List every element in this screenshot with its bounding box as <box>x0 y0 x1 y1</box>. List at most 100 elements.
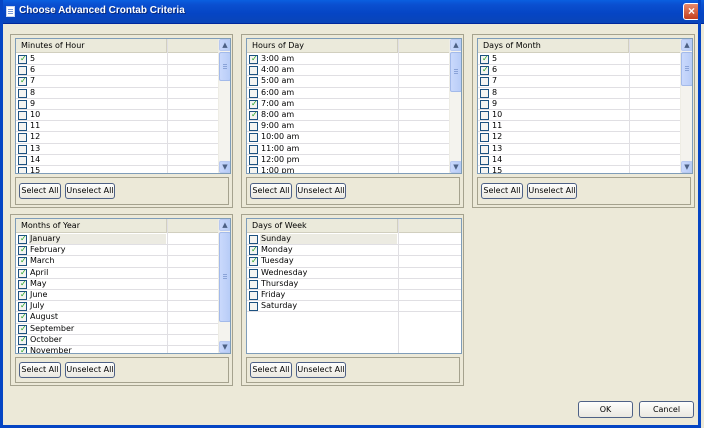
list-item[interactable]: ✓ May <box>16 279 219 290</box>
checkbox-checked[interactable]: ✓ <box>480 54 489 64</box>
list-item[interactable]: 10 <box>478 110 681 122</box>
checkbox[interactable] <box>18 133 27 143</box>
minutes-select-all-button[interactable]: Select All <box>19 183 61 199</box>
cancel-button[interactable]: Cancel <box>639 401 694 418</box>
list-item[interactable]: ✓ 5 <box>478 54 681 66</box>
list-item[interactable]: 6:00 am <box>247 88 450 99</box>
close-button[interactable]: × <box>683 3 700 20</box>
list-item[interactable]: 8 <box>16 88 219 99</box>
scroll-thumb[interactable] <box>681 52 692 86</box>
scroll-down-icon[interactable]: ▼ <box>450 161 461 173</box>
checkbox[interactable] <box>480 88 489 98</box>
checkbox-checked[interactable]: ✓ <box>249 256 258 267</box>
days-of-month-unselect-all-button[interactable]: Unselect All <box>527 183 577 199</box>
list-item[interactable]: ✓ January <box>16 234 219 246</box>
list-item[interactable]: 15 <box>16 166 219 173</box>
list-item[interactable]: ✓ 7:00 am <box>247 99 450 110</box>
list-item[interactable]: 14 <box>478 155 681 166</box>
list-item[interactable]: ✓ June <box>16 290 219 302</box>
list-item[interactable]: 12 <box>16 132 219 144</box>
list-item[interactable]: 12:00 pm <box>247 155 450 166</box>
list-item[interactable]: ✓ July <box>16 301 219 313</box>
days-of-month-select-all-button[interactable]: Select All <box>481 183 523 199</box>
checkbox-checked[interactable]: ✓ <box>480 65 489 76</box>
list-item[interactable]: 8 <box>478 88 681 99</box>
checkbox-checked[interactable]: ✓ <box>18 335 27 345</box>
checkbox-checked[interactable]: ✓ <box>249 99 258 109</box>
list-item[interactable]: 11 <box>478 121 681 133</box>
months-select-all-button[interactable]: Select All <box>19 362 61 378</box>
checkbox[interactable] <box>18 66 27 76</box>
list-item[interactable]: 4:00 am <box>247 65 450 77</box>
checkbox[interactable] <box>480 122 489 132</box>
hours-select-all-button[interactable]: Select All <box>250 183 292 199</box>
checkbox[interactable] <box>249 166 258 173</box>
list-item[interactable]: ✓ October <box>16 335 219 346</box>
checkbox-checked[interactable]: ✓ <box>18 312 27 323</box>
checkbox[interactable] <box>480 77 489 87</box>
checkbox[interactable] <box>249 279 258 289</box>
list-item[interactable]: Saturday <box>247 301 461 313</box>
checkbox[interactable] <box>249 122 258 132</box>
checkbox[interactable] <box>18 166 27 173</box>
scroll-thumb[interactable] <box>450 52 461 92</box>
list-item[interactable]: ✓ September <box>16 324 219 335</box>
checkbox[interactable] <box>249 144 258 154</box>
scroll-down-icon[interactable]: ▼ <box>681 161 692 173</box>
checkbox[interactable] <box>480 99 489 109</box>
scroll-down-icon[interactable]: ▼ <box>219 161 230 173</box>
minutes-scrollbar[interactable]: ▲ ▼ <box>218 39 230 173</box>
checkbox-checked[interactable]: ✓ <box>18 76 27 87</box>
checkbox[interactable] <box>480 144 489 154</box>
list-item[interactable]: ✓ August <box>16 312 219 324</box>
checkbox[interactable] <box>249 66 258 76</box>
days-of-week-unselect-all-button[interactable]: Unselect All <box>296 362 346 378</box>
checkbox-checked[interactable]: ✓ <box>18 245 27 256</box>
list-item[interactable]: ✓ April <box>16 268 219 279</box>
list-item[interactable]: ✓ 3:00 am <box>247 54 450 66</box>
checkbox-checked[interactable]: ✓ <box>18 290 27 300</box>
title-bar[interactable]: Choose Advanced Crontab Criteria × <box>0 0 704 24</box>
list-item[interactable]: 11 <box>16 121 219 133</box>
checkbox[interactable] <box>249 290 258 300</box>
checkbox-checked[interactable]: ✓ <box>18 268 27 278</box>
checkbox[interactable] <box>249 235 258 244</box>
checkbox-checked[interactable]: ✓ <box>18 279 27 289</box>
list-item[interactable]: Sunday <box>247 234 461 246</box>
checkbox[interactable] <box>18 99 27 109</box>
list-item[interactable]: Wednesday <box>247 268 461 279</box>
checkbox[interactable] <box>18 122 27 132</box>
checkbox-checked[interactable]: ✓ <box>18 324 27 334</box>
list-item[interactable]: ✓ March <box>16 256 219 268</box>
scroll-up-icon[interactable]: ▲ <box>681 39 692 51</box>
scroll-up-icon[interactable]: ▲ <box>219 219 230 231</box>
days-of-month-scrollbar[interactable]: ▲ ▼ <box>680 39 692 173</box>
checkbox-checked[interactable]: ✓ <box>18 256 27 267</box>
checkbox-checked[interactable]: ✓ <box>18 346 27 353</box>
list-item[interactable]: 9 <box>16 99 219 110</box>
list-item[interactable]: 10:00 am <box>247 132 450 144</box>
checkbox[interactable] <box>480 110 489 120</box>
list-item[interactable]: ✓ Tuesday <box>247 256 461 268</box>
list-item[interactable]: 7 <box>478 76 681 88</box>
hours-scrollbar[interactable]: ▲ ▼ <box>449 39 461 173</box>
list-item[interactable]: Friday <box>247 290 461 302</box>
checkbox[interactable] <box>480 166 489 173</box>
list-item[interactable]: ✓ Monday <box>247 245 461 257</box>
checkbox[interactable] <box>18 110 27 120</box>
list-item[interactable]: 12 <box>478 132 681 144</box>
checkbox-checked[interactable]: ✓ <box>18 54 27 64</box>
list-item[interactable]: ✓ 6 <box>478 65 681 77</box>
list-item[interactable]: 13 <box>478 144 681 155</box>
scroll-down-icon[interactable]: ▼ <box>219 341 230 353</box>
scroll-thumb[interactable] <box>219 232 230 322</box>
list-item[interactable]: 6 <box>16 65 219 77</box>
scroll-thumb[interactable] <box>219 52 230 81</box>
checkbox-checked[interactable]: ✓ <box>249 245 258 256</box>
checkbox[interactable] <box>18 88 27 98</box>
list-item[interactable]: ✓ November <box>16 346 219 353</box>
checkbox[interactable] <box>249 268 258 278</box>
list-item[interactable]: 1:00 pm <box>247 166 450 173</box>
minutes-unselect-all-button[interactable]: Unselect All <box>65 183 115 199</box>
ok-button[interactable]: OK <box>578 401 633 418</box>
